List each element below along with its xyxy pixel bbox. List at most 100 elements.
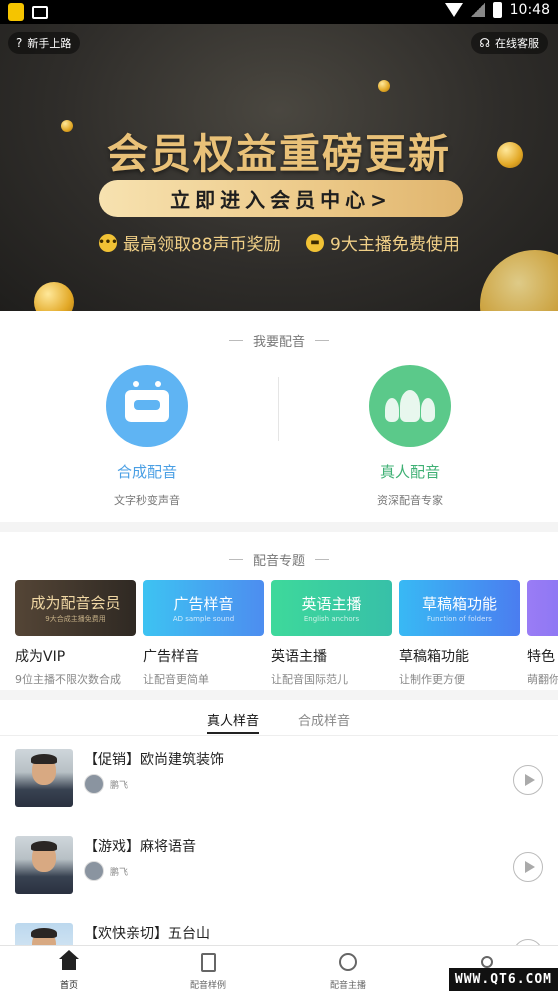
nav-home[interactable]: 首页: [19, 950, 119, 991]
play-icon: [524, 774, 535, 786]
coin-decoration: [480, 250, 558, 311]
human-dubbing-option[interactable]: 真人配音 资深配音专家: [310, 365, 510, 508]
topic-title: 英语主播: [271, 649, 327, 665]
perk-label: 9大主播免费使用: [330, 235, 460, 255]
coin-decoration: [378, 80, 390, 92]
sample-cover: [15, 749, 73, 807]
help-label: 新手上路: [27, 37, 72, 50]
service-label: 在线客服: [495, 37, 539, 50]
thumb-subtitle: AD sample sound: [172, 615, 235, 623]
section-title-text: 配音专题: [252, 554, 305, 569]
topic-title: 草稿箱功能: [399, 649, 469, 665]
coin-decoration: [34, 282, 74, 311]
thumb-subtitle: English anchors: [303, 615, 360, 623]
sample-cover: [15, 836, 73, 894]
nav-label: 配音主播: [329, 981, 366, 991]
anchor-icon: [338, 952, 358, 972]
tab-synthetic-samples[interactable]: 合成样音: [298, 710, 350, 729]
option-name: 真人配音: [379, 463, 440, 481]
thumb-subtitle: Function of folders: [427, 615, 492, 623]
vip-banner[interactable]: ? 新手上路 ☊ 在线客服 会员权益重磅更新 立即进入会员中心> ••• 最高领…: [0, 24, 558, 311]
section-title: 配音专题: [0, 550, 558, 569]
list-item[interactable]: 【游戏】麻将语音 鹏飞: [0, 836, 558, 924]
wifi-icon: [444, 3, 463, 17]
status-bar: 10:48: [0, 0, 558, 24]
perk-anchors: ▬ 9大主播免费使用: [306, 230, 460, 255]
nav-label: 首页: [59, 981, 78, 991]
sample-title: 【促销】欧尚建筑装饰: [84, 752, 224, 768]
topic-title: 广告样音: [143, 649, 199, 665]
topic-card[interactable]: 广告样音 AD sample sound 广告样音 让配音更简单: [143, 580, 264, 687]
headset-icon: ☊: [479, 36, 490, 50]
option-desc: 文字秒变声音: [114, 494, 180, 507]
topic-thumbnail: 广告样音 AD sample sound: [143, 580, 264, 636]
sample-tabs: 真人样音 合成样音: [0, 700, 558, 736]
samples-section: 真人样音 合成样音 【促销】欧尚建筑装饰 鹏飞 【游戏】麻将语音 鹏飞 【欢快亲…: [0, 700, 558, 945]
online-service-button[interactable]: ☊ 在线客服: [471, 32, 548, 54]
section-title-text: 我要配音: [252, 335, 305, 350]
nav-label: 配音样例: [189, 981, 226, 991]
topic-title: 成为VIP: [15, 649, 66, 665]
people-icon: [369, 365, 451, 447]
robot-icon: [106, 365, 188, 447]
topics-section: 配音专题 成为配音会员 9大合成主播免费用 成为VIP 9位主播不限次数合成 广…: [0, 532, 558, 690]
divider: [315, 559, 329, 560]
tab-human-samples[interactable]: 真人样音: [207, 710, 260, 734]
avatar: [84, 861, 104, 881]
topic-subtitle: 让制作更方便: [399, 673, 465, 686]
topic-thumbnail: [527, 580, 558, 636]
topic-subtitle: 9位主播不限次数合成: [15, 673, 121, 686]
perk-label: 最高领取88声币奖励: [123, 235, 281, 255]
divider: [228, 559, 243, 560]
sample-author: 鹏飞: [84, 861, 128, 881]
banner-title: 会员权益重磅更新: [107, 130, 451, 178]
dubbing-section: 我要配音 合成配音 文字秒变声音 真人配音 资深配音专家: [0, 311, 558, 522]
divider: [315, 340, 329, 341]
help-button[interactable]: ? 新手上路: [8, 32, 81, 54]
topic-card[interactable]: 特色 萌翻你: [527, 580, 558, 687]
thumb-title: 成为配音会员: [30, 594, 121, 612]
synthetic-dubbing-option[interactable]: 合成配音 文字秒变声音: [47, 365, 247, 508]
avatar: [84, 774, 104, 794]
topic-card[interactable]: 英语主播 English anchors 英语主播 让配音国际范儿: [271, 580, 392, 687]
list-item[interactable]: 【促销】欧尚建筑装饰 鹏飞: [0, 749, 558, 837]
section-title: 我要配音: [0, 331, 558, 350]
watermark: WWW.QT6.COM: [448, 968, 558, 991]
clock: 10:48: [509, 2, 550, 18]
thumb-title: 英语主播: [301, 595, 362, 613]
nav-samples[interactable]: 配音样例: [158, 952, 258, 991]
topic-subtitle: 让配音国际范儿: [271, 673, 348, 686]
option-name: 合成配音: [116, 463, 177, 481]
coin-icon: •••: [98, 233, 118, 252]
image-notification-icon: [32, 6, 48, 19]
author-name: 鹏飞: [110, 867, 129, 878]
topic-card[interactable]: 成为配音会员 9大合成主播免费用 成为VIP 9位主播不限次数合成: [15, 580, 136, 687]
divider: [228, 340, 243, 341]
perk-coins: ••• 最高领取88声币奖励: [98, 230, 281, 255]
play-button[interactable]: [513, 765, 543, 795]
topic-subtitle: 让配音更简单: [143, 673, 209, 686]
author-name: 鹏飞: [110, 780, 129, 791]
topic-thumbnail: 英语主播 English anchors: [271, 580, 392, 636]
play-button[interactable]: [513, 852, 543, 882]
thumb-title: 广告样音: [173, 595, 234, 613]
topic-card[interactable]: 草稿箱功能 Function of folders 草稿箱功能 让制作更方便: [399, 580, 520, 687]
sample-title: 【欢快亲切】五台山: [84, 926, 210, 942]
topic-title: 特色: [527, 649, 555, 665]
divider: [278, 377, 279, 441]
topic-thumbnail: 草稿箱功能 Function of folders: [399, 580, 520, 636]
option-desc: 资深配音专家: [377, 494, 443, 507]
play-icon: [524, 861, 535, 873]
signal-icon: [470, 3, 485, 17]
member-center-button[interactable]: 立即进入会员中心>: [99, 180, 463, 217]
battery-icon: [492, 2, 502, 18]
list-item[interactable]: 【欢快亲切】五台山: [0, 923, 558, 945]
question-icon: ?: [16, 36, 23, 50]
thumb-subtitle: 9大合成主播免费用: [45, 615, 106, 623]
sample-title: 【游戏】麻将语音: [84, 839, 196, 855]
sample-icon: [198, 952, 218, 972]
thumb-title: 草稿箱功能: [421, 595, 497, 613]
nav-anchors[interactable]: 配音主播: [298, 952, 398, 991]
topic-thumbnail: 成为配音会员 9大合成主播免费用: [15, 580, 136, 636]
sample-author: 鹏飞: [84, 774, 128, 794]
